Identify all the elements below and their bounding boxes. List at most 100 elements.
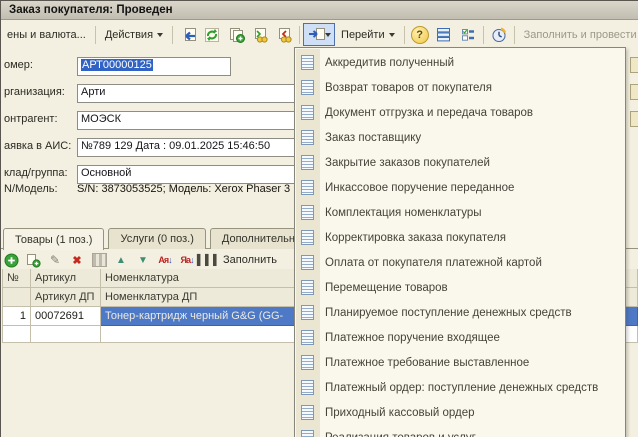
separator bbox=[513, 25, 515, 44]
sort-descending-button[interactable]: Яа ↓ bbox=[179, 252, 195, 268]
menu-item[interactable]: Платежное требование выставленное bbox=[297, 350, 623, 375]
tab-goods[interactable]: Товары (1 поз.) bbox=[3, 228, 105, 250]
menu-item[interactable]: Корректировка заказа покупателя bbox=[297, 225, 623, 250]
prices-currency-button[interactable]: ены и валюта... bbox=[1, 25, 92, 45]
menu-item[interactable]: Оплата от покупателя платежной картой bbox=[297, 250, 623, 275]
tab-additional-label: Дополнительно bbox=[221, 233, 302, 245]
tab-services-label: Услуги (0 поз.) bbox=[120, 233, 194, 245]
sn-model-value: S/N: 3873053525; Модель: Xerox Phaser 3 bbox=[77, 183, 291, 195]
tab-services[interactable]: Услуги (0 поз.) bbox=[108, 228, 206, 249]
separator bbox=[403, 25, 405, 44]
create-on-basis-dropdown-button[interactable] bbox=[303, 23, 336, 46]
tab-bar: Товары (1 поз.) Услуги (0 поз.) Дополнит… bbox=[3, 228, 314, 250]
sort-za-icon: Яа bbox=[180, 255, 192, 265]
menu-item[interactable]: Реализация товаров и услуг bbox=[297, 425, 623, 437]
menu-item[interactable]: Перемещение товаров bbox=[297, 275, 623, 300]
delete-icon: ✖ bbox=[72, 254, 82, 267]
post-icon bbox=[254, 27, 268, 43]
number-label: омер: bbox=[4, 59, 33, 71]
menu-item[interactable]: Документ отгрузка и передача товаров bbox=[297, 100, 623, 125]
goto-label: Перейти bbox=[341, 28, 385, 41]
save-document-button[interactable] bbox=[176, 23, 200, 46]
separator bbox=[482, 25, 484, 44]
menu-item[interactable]: Аккредитив полученный bbox=[297, 50, 623, 75]
document-icon bbox=[301, 280, 314, 295]
add-icon bbox=[4, 253, 18, 267]
menu-item[interactable]: Платежное поручение входящее bbox=[297, 325, 623, 350]
menu-item[interactable]: Возврат товаров от покупателя bbox=[297, 75, 623, 100]
window-title: Заказ покупателя: Проведен bbox=[9, 4, 173, 16]
copy-add-icon bbox=[229, 27, 245, 43]
barcode-icon: ▌▌▌ bbox=[196, 254, 222, 266]
table-toolbar: ✎ ✖ ▲ ▼ Ая ↓ Яа ↓ ▌▌▌ Заполнить bbox=[3, 251, 277, 269]
grid-icon bbox=[91, 253, 107, 267]
separator bbox=[94, 25, 96, 44]
number-value: АРТ00000125 bbox=[81, 59, 153, 71]
document-movements-button[interactable] bbox=[456, 23, 480, 46]
edit-row-button[interactable]: ✎ bbox=[47, 252, 63, 268]
menu-item[interactable]: Заказ поставщику bbox=[297, 125, 623, 150]
organization-value: Арти bbox=[81, 86, 106, 98]
ais-request-value: №789 129 Дата : 09.01.2025 15:46:50 bbox=[81, 140, 271, 152]
menu-item[interactable]: Приходный кассовый ордер bbox=[297, 400, 623, 425]
empty-cell bbox=[31, 326, 101, 343]
counterparty-field[interactable]: МОЭСК bbox=[77, 111, 299, 130]
move-row-up-button[interactable]: ▲ bbox=[113, 252, 129, 268]
table-fill-button[interactable]: Заполнить bbox=[223, 254, 277, 266]
document-icon bbox=[301, 405, 314, 420]
arrow-up-icon: ▲ bbox=[116, 254, 126, 266]
goto-button[interactable]: Перейти bbox=[335, 25, 401, 45]
number-field[interactable]: АРТ00000125 bbox=[77, 57, 231, 76]
structure-list-icon bbox=[436, 28, 450, 42]
main-toolbar: ены и валюта... Действия Перейти ? Запол… bbox=[1, 20, 638, 49]
document-structure-button[interactable] bbox=[432, 23, 456, 46]
move-row-down-button[interactable]: ▼ bbox=[135, 252, 151, 268]
menu-item[interactable]: Комплектация номенклатуры bbox=[297, 200, 623, 225]
document-icon bbox=[301, 330, 314, 345]
menu-item[interactable]: Закрытие заказов покупателей bbox=[297, 150, 623, 175]
chevron-down-icon bbox=[324, 32, 331, 37]
actions-button[interactable]: Действия bbox=[99, 25, 169, 45]
chevron-down-icon bbox=[157, 32, 164, 37]
sort-ascending-button[interactable]: Ая ↓ bbox=[157, 252, 173, 268]
copy-row-icon bbox=[27, 253, 41, 268]
help-button[interactable]: ? bbox=[408, 23, 432, 46]
refresh-icon bbox=[205, 27, 220, 42]
timer-button[interactable] bbox=[487, 23, 511, 46]
refresh-button[interactable] bbox=[200, 23, 224, 46]
actions-label: Действия bbox=[104, 28, 154, 41]
delete-row-button[interactable]: ✖ bbox=[69, 252, 85, 268]
unpost-document-button[interactable] bbox=[272, 23, 296, 46]
document-icon bbox=[301, 430, 314, 437]
row-num-cell: 1 bbox=[2, 307, 31, 326]
menu-item[interactable]: Планируемое поступление денежных средств bbox=[297, 300, 623, 325]
warehouse-field[interactable]: Основной bbox=[77, 165, 299, 184]
background-field-button-fragment bbox=[630, 57, 638, 73]
document-icon bbox=[301, 230, 314, 245]
tab-goods-label: Товары (1 поз.) bbox=[15, 233, 93, 246]
add-row-button[interactable] bbox=[3, 252, 19, 268]
menu-item[interactable]: Платежный ордер: поступление денежных ср… bbox=[297, 375, 623, 400]
create-on-basis-icon bbox=[308, 28, 325, 40]
col-header-num[interactable]: № bbox=[2, 269, 31, 288]
fill-and-post-button[interactable]: Заполнить и провести bbox=[518, 25, 638, 45]
document-icon bbox=[301, 355, 314, 370]
unpost-icon bbox=[278, 27, 292, 43]
row-article-cell: 00072691 bbox=[31, 307, 101, 326]
post-document-button[interactable] bbox=[248, 23, 272, 46]
reserve-calc-button-disabled bbox=[91, 252, 107, 268]
counterparty-label: онтрагент: bbox=[4, 113, 58, 125]
organization-field[interactable]: Арти bbox=[77, 84, 299, 103]
col-header-article-dp[interactable]: Артикул ДП bbox=[31, 288, 101, 307]
col-header-article[interactable]: Артикул bbox=[31, 269, 101, 288]
arrow-down-icon: ▼ bbox=[138, 254, 148, 266]
copy-document-button[interactable] bbox=[224, 23, 248, 46]
help-icon: ? bbox=[410, 25, 429, 44]
copy-row-button[interactable] bbox=[25, 252, 41, 268]
menu-item[interactable]: Инкассовое поручение переданное bbox=[297, 175, 623, 200]
window-titlebar: Заказ покупателя: Проведен bbox=[1, 1, 638, 20]
sn-model-label: N/Модель: bbox=[4, 183, 58, 195]
barcode-scan-button[interactable]: ▌▌▌ bbox=[197, 252, 220, 268]
ais-request-field[interactable]: №789 129 Дата : 09.01.2025 15:46:50 bbox=[77, 138, 299, 157]
document-icon bbox=[301, 255, 314, 270]
